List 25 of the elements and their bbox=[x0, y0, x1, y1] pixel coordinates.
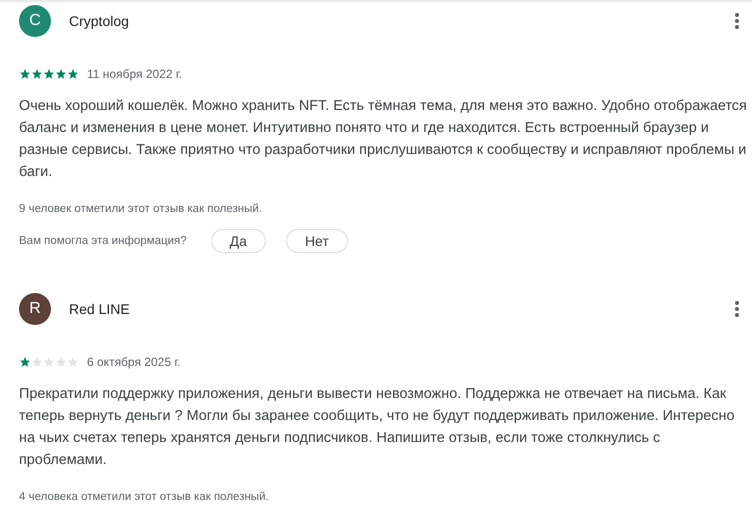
answer-button[interactable]: Да bbox=[210, 229, 266, 253]
review-text: Прекратили поддержку приложения, деньги вывести невозможно. Поддержка не отвечает на письма. Как теперь вернуть деньги ? Могли бы заранее сообщить, что не будут поддерживать приложение. Интересно на чьих счетах теперь хранятся деньги подписчиков. Напишите отзыв, если тоже столкнулись с проблемами. bbox=[19, 385, 736, 470]
star-icon bbox=[19, 356, 31, 368]
star-icon bbox=[19, 68, 31, 80]
star-icon bbox=[43, 356, 55, 368]
star-icon bbox=[55, 68, 67, 80]
more-options-icon[interactable] bbox=[734, 12, 740, 30]
review-date: 11 ноября 2022 г. bbox=[87, 67, 182, 81]
star-icon bbox=[55, 356, 67, 368]
avatar: C bbox=[19, 5, 51, 37]
avatar: R bbox=[19, 293, 51, 325]
more-options-icon[interactable] bbox=[734, 300, 740, 318]
star-icon bbox=[43, 68, 55, 80]
review-text: Очень хороший кошелёк. Можно хранить NFT. Есть тёмная тема, для меня это важно. Удобно отображается баланс и изменения в цене монет. Интуитивно понято что и где находится. Есть встроенный браузер и разные сервисы. Также приятно что разработчики прислушиваются к сообществу и исправляют проблемы и баги. bbox=[19, 97, 748, 182]
helpful-count: 9 человек отметили этот отзыв как полезный. bbox=[19, 203, 264, 215]
helpful-count: 4 человека отметили этот отзыв как полезный. bbox=[19, 491, 270, 503]
star-icon bbox=[67, 356, 79, 368]
star-icon bbox=[31, 356, 43, 368]
author-name: Cryptolog bbox=[69, 13, 129, 29]
answer-button[interactable]: Нет bbox=[286, 229, 348, 253]
star-icon bbox=[31, 68, 43, 80]
review-date: 6 октября 2025 г. bbox=[87, 355, 181, 369]
star-icon bbox=[67, 68, 79, 80]
feedback-question: Вам помогла эта информация? bbox=[19, 235, 187, 247]
author-name: Red LINE bbox=[69, 301, 130, 317]
